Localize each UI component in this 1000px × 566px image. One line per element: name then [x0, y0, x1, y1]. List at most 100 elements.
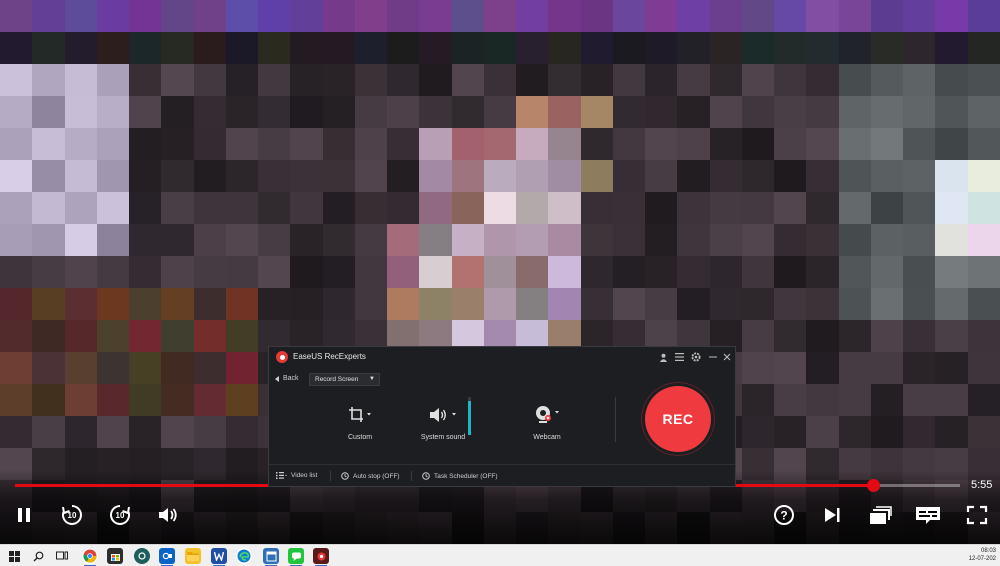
- pause-button[interactable]: [9, 500, 39, 530]
- video-pixel: [322, 160, 355, 192]
- video-pixel: [322, 96, 355, 128]
- window-titlebar[interactable]: EaseUS RecExperts: [269, 347, 735, 367]
- taskbar-app-teal[interactable]: [134, 548, 150, 564]
- episodes-button[interactable]: [865, 500, 895, 530]
- video-pixel: [258, 0, 291, 32]
- video-pixel: [290, 32, 323, 64]
- video-pixel: [645, 64, 678, 96]
- taskbar-app-green[interactable]: [288, 548, 304, 566]
- video-pixel: [741, 96, 775, 128]
- video-pixel: [935, 96, 968, 128]
- windows-start-button[interactable]: [6, 548, 22, 564]
- menu-button[interactable]: [673, 351, 685, 363]
- back-button[interactable]: Back: [275, 375, 299, 382]
- video-pixel: [290, 192, 323, 224]
- rewind-10-button[interactable]: 10: [57, 500, 87, 530]
- video-pixel: [967, 224, 1000, 256]
- video-pixel: [677, 0, 710, 32]
- video-pixel: [741, 288, 775, 320]
- settings-button[interactable]: [690, 351, 702, 363]
- taskbar-word[interactable]: [211, 548, 227, 566]
- search-button[interactable]: [30, 548, 46, 564]
- video-pixel: [870, 0, 904, 32]
- chrome-icon: [83, 549, 97, 563]
- recexperts-window: EaseUS RecExperts Back Record Screen ▼ C…: [268, 346, 736, 487]
- taskbar-store[interactable]: [107, 548, 123, 564]
- video-list-button[interactable]: Video list: [276, 472, 317, 479]
- video-pixel: [580, 128, 613, 160]
- rec-button[interactable]: REC: [645, 386, 711, 452]
- fullscreen-button[interactable]: [962, 500, 992, 530]
- video-pixel: [96, 384, 130, 416]
- account-button[interactable]: [657, 351, 669, 363]
- taskbar-file-explorer[interactable]: [185, 548, 201, 564]
- video-pixel: [516, 160, 549, 192]
- video-pixel: [32, 192, 65, 224]
- task-scheduler-button[interactable]: Task Scheduler (OFF): [422, 472, 498, 480]
- video-pixel: [193, 224, 226, 256]
- video-pixel: [96, 192, 130, 224]
- video-pixel: [32, 320, 65, 352]
- webcam-option[interactable]: Webcam: [525, 402, 569, 441]
- video-pixel: [483, 0, 517, 32]
- video-pixel: [32, 352, 65, 384]
- store-bag-icon: [110, 553, 120, 561]
- taskbar-chrome[interactable]: [82, 548, 98, 566]
- auto-stop-button[interactable]: Auto stop (OFF): [341, 472, 400, 480]
- video-pixel: [451, 160, 484, 192]
- subtitles-button[interactable]: [913, 500, 943, 530]
- video-pixel: [967, 160, 1000, 192]
- video-pixel: [64, 384, 97, 416]
- help-button[interactable]: ?: [769, 500, 799, 530]
- video-pixel: [64, 96, 97, 128]
- video-pixel: [129, 288, 162, 320]
- video-pixel: [96, 64, 130, 96]
- video-pixel: [161, 96, 194, 128]
- video-pixel: [387, 128, 420, 160]
- record-mode-select[interactable]: Record Screen ▼: [309, 373, 380, 386]
- taskbar-app-blue[interactable]: [263, 548, 279, 566]
- video-pixel: [612, 0, 646, 32]
- video-pixel: [870, 192, 904, 224]
- video-pixel: [935, 160, 968, 192]
- video-pixel: [645, 192, 678, 224]
- taskbar-outlook[interactable]: [159, 548, 175, 566]
- desktop-screen: 5:55 10 10 ? EaseUS RecExperts Back Reco…: [0, 0, 1000, 566]
- system-sound-option[interactable]: System sound: [415, 402, 471, 441]
- minimize-button[interactable]: [707, 351, 719, 363]
- video-pixel: [161, 0, 194, 32]
- video-pixel: [580, 0, 613, 32]
- video-pixel: [677, 160, 710, 192]
- close-button[interactable]: [721, 351, 733, 363]
- video-pixel: [709, 128, 742, 160]
- task-view-button[interactable]: [54, 548, 70, 564]
- next-episode-button[interactable]: [817, 500, 847, 530]
- video-pixel: [290, 64, 323, 96]
- forward-10-button[interactable]: 10: [105, 500, 135, 530]
- video-pixel: [225, 96, 259, 128]
- system-sound-level-fill: [468, 400, 471, 435]
- volume-button[interactable]: [153, 500, 183, 530]
- video-pixel: [419, 224, 452, 256]
- progress-scrubber-handle[interactable]: [867, 479, 881, 492]
- video-pixel: [419, 96, 452, 128]
- video-pixel: [451, 224, 484, 256]
- system-clock[interactable]: 08:03 12-07-202: [969, 547, 996, 563]
- custom-region-option[interactable]: Custom: [335, 402, 385, 441]
- taskbar-edge[interactable]: [236, 548, 252, 564]
- video-pixel: [838, 64, 871, 96]
- video-pixel: [516, 0, 549, 32]
- video-pixel: [129, 32, 162, 64]
- video-pixel: [548, 288, 581, 320]
- video-pixel: [354, 256, 388, 288]
- record-mode-value: Record Screen: [315, 376, 359, 383]
- video-pixel: [677, 128, 710, 160]
- video-pixel: [322, 192, 355, 224]
- svg-text:?: ?: [780, 509, 787, 523]
- video-pixel: [870, 352, 904, 384]
- taskbar-recexperts[interactable]: [313, 548, 329, 566]
- video-pixel: [64, 352, 97, 384]
- video-pixel: [774, 128, 807, 160]
- video-pixel: [161, 416, 194, 448]
- video-pixel: [806, 64, 839, 96]
